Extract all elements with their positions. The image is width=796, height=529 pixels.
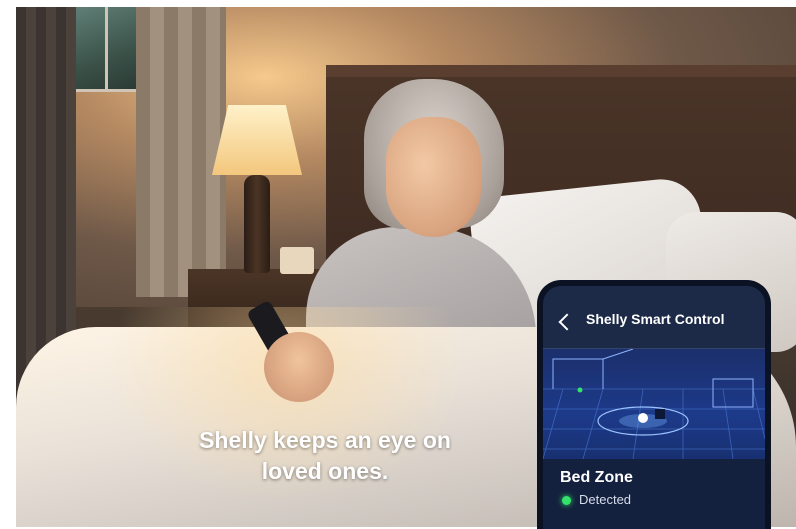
woman-hand <box>264 332 334 402</box>
phone-app-mockup: Shelly Smart Control Bed Zone Detected <box>537 280 771 529</box>
curtain-left <box>16 7 76 387</box>
app-header: Shelly Smart Control <box>543 286 765 349</box>
hero-caption: Shelly keeps an eye on loved ones. <box>160 425 490 487</box>
window <box>72 7 142 92</box>
caption-line-2: loved ones. <box>261 458 389 484</box>
room-grid-graphic <box>543 349 765 459</box>
woman-face <box>386 117 481 237</box>
lamp-base <box>244 175 270 273</box>
chevron-left-icon[interactable] <box>558 313 576 331</box>
room-3d-view <box>543 349 765 459</box>
curtain-right <box>136 7 226 297</box>
zone-status: Detected <box>579 492 632 507</box>
caption-line-1: Shelly keeps an eye on <box>199 427 451 453</box>
basket <box>280 247 314 274</box>
status-dot <box>562 496 571 505</box>
app-title: Shelly Smart Control <box>586 311 725 327</box>
zone-name: Bed Zone <box>560 469 633 486</box>
